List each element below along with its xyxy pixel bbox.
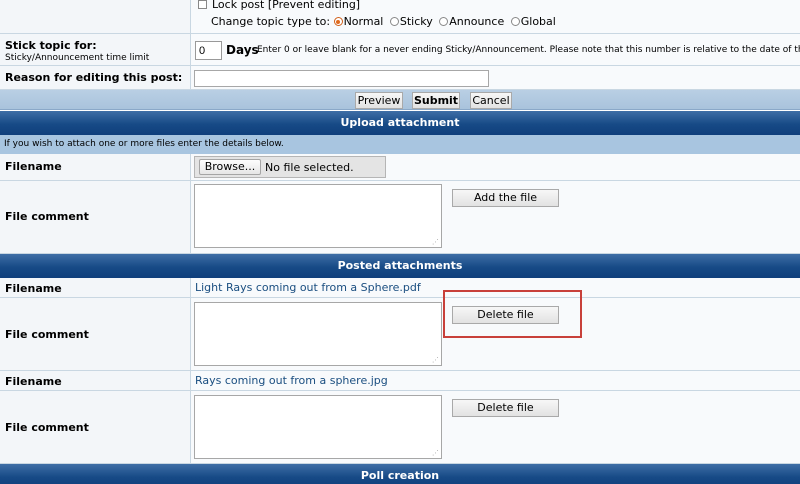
upload-info-text: If you wish to attach one or more files …: [4, 139, 284, 149]
posted-file-1-filename-row: Filename Light Rays coming out from a Sp…: [0, 278, 800, 298]
action-buttons-row: Preview Submit Cancel: [0, 90, 800, 110]
resize-grip-icon[interactable]: ⋰: [432, 357, 439, 364]
posted-file-2-comment-value-cell: ⋰ Delete file: [191, 391, 800, 463]
add-file-button[interactable]: Add the file: [452, 189, 559, 207]
upload-attachment-header: Upload attachment: [0, 111, 800, 135]
radio-icon[interactable]: [333, 17, 343, 26]
posted-file-1-comment-label: File comment: [5, 328, 89, 341]
stick-days-input[interactable]: [195, 41, 222, 60]
posted-file-1-comment-label-cell: File comment: [0, 298, 191, 370]
reason-input[interactable]: [194, 70, 489, 87]
options-value-cell: Lock post [Prevent editing] Change topic…: [191, 0, 800, 33]
browse-button[interactable]: Browse...: [199, 159, 261, 175]
posted-file-1-comment-value-cell: ⋰ Delete file: [191, 298, 800, 370]
resize-grip-icon[interactable]: ⋰: [432, 239, 439, 246]
lock-post-checkbox[interactable]: [198, 0, 207, 9]
lock-post-label: Lock post [Prevent editing]: [212, 0, 361, 11]
lock-post-option[interactable]: Lock post [Prevent editing]: [198, 0, 360, 11]
resize-grip-icon[interactable]: ⋰: [432, 450, 439, 457]
reason-label-cell: Reason for editing this post:: [0, 66, 191, 89]
radio-normal-label: Normal: [343, 15, 384, 28]
upload-filename-row: Filename Browse... No file selected.: [0, 154, 800, 181]
stick-topic-label: Stick topic for:: [5, 39, 97, 52]
upload-comment-label-cell: File comment: [0, 181, 191, 253]
posted-file-1-comment-row: File comment ⋰ Delete file: [0, 298, 800, 371]
no-file-text: No file selected.: [265, 161, 354, 174]
stick-topic-sublabel: Sticky/Announcement time limit: [5, 53, 150, 63]
radio-announce[interactable]: Announce: [439, 15, 504, 28]
reason-row: Reason for editing this post:: [0, 66, 800, 90]
radio-icon[interactable]: [389, 17, 399, 26]
upload-info-row: If you wish to attach one or more files …: [0, 135, 800, 154]
stick-note: Enter 0 or leave blank for a never endin…: [257, 45, 800, 55]
upload-comment-value-cell: ⋰ Add the file: [191, 181, 800, 253]
upload-comment-row: File comment ⋰ Add the file: [0, 181, 800, 254]
radio-icon[interactable]: [439, 17, 449, 26]
stick-topic-row: Stick topic for: Sticky/Announcement tim…: [0, 34, 800, 66]
posted-file-1-label-cell: Filename: [0, 278, 191, 297]
reason-value-cell: [191, 66, 800, 89]
posted-file-1-value-cell: Light Rays coming out from a Sphere.pdf: [191, 278, 800, 297]
posted-file-2-comment-label: File comment: [5, 421, 89, 434]
options-label-cell: [0, 0, 191, 33]
posted-file-2-value-cell: Rays coming out from a sphere.jpg: [191, 371, 800, 390]
submit-button[interactable]: Submit: [412, 92, 460, 109]
preview-button[interactable]: Preview: [355, 92, 403, 109]
radio-sticky-label: Sticky: [399, 15, 433, 28]
upload-filename-label-cell: Filename: [0, 154, 191, 180]
posted-file-1-comment-textarea[interactable]: ⋰: [194, 302, 442, 366]
posted-file-2-filename-row: Filename Rays coming out from a sphere.j…: [0, 371, 800, 391]
posted-file-2-filename-label: Filename: [5, 375, 62, 388]
posted-file-1-filename-label: Filename: [5, 282, 62, 295]
upload-comment-label: File comment: [5, 210, 89, 223]
radio-sticky[interactable]: Sticky: [389, 15, 433, 28]
delete-file-2-button[interactable]: Delete file: [452, 399, 559, 417]
posted-file-2-comment-textarea[interactable]: ⋰: [194, 395, 442, 459]
upload-filename-value-cell: Browse... No file selected.: [191, 154, 800, 180]
radio-normal[interactable]: Normal: [333, 15, 384, 28]
days-unit: Days: [226, 43, 259, 57]
posted-file-2-comment-label-cell: File comment: [0, 391, 191, 463]
reason-label: Reason for editing this post:: [5, 71, 183, 84]
posted-file-2-comment-row: File comment ⋰ Delete file: [0, 391, 800, 464]
delete-file-1-button[interactable]: Delete file: [452, 306, 559, 324]
posted-file-1-link[interactable]: Light Rays coming out from a Sphere.pdf: [195, 281, 421, 294]
topic-type-label: Change topic type to:: [211, 15, 331, 28]
radio-icon[interactable]: [510, 17, 520, 26]
poll-creation-header: Poll creation: [0, 464, 800, 484]
options-row: Lock post [Prevent editing] Change topic…: [0, 0, 800, 34]
posted-file-2-label-cell: Filename: [0, 371, 191, 390]
cancel-button[interactable]: Cancel: [470, 92, 512, 109]
radio-global[interactable]: Global: [510, 15, 556, 28]
radio-global-label: Global: [520, 15, 556, 28]
stick-value-cell: Days Enter 0 or leave blank for a never …: [191, 34, 800, 65]
posted-file-2-link[interactable]: Rays coming out from a sphere.jpg: [195, 374, 388, 387]
radio-announce-label: Announce: [449, 15, 505, 28]
posted-attachments-header: Posted attachments: [0, 254, 800, 278]
file-picker[interactable]: Browse... No file selected.: [194, 156, 386, 178]
topic-type-group: Change topic type to: Normal Sticky Anno…: [211, 15, 556, 28]
upload-comment-textarea[interactable]: ⋰: [194, 184, 442, 248]
upload-filename-label: Filename: [5, 160, 62, 173]
stick-label-cell: Stick topic for: Sticky/Announcement tim…: [0, 34, 191, 65]
